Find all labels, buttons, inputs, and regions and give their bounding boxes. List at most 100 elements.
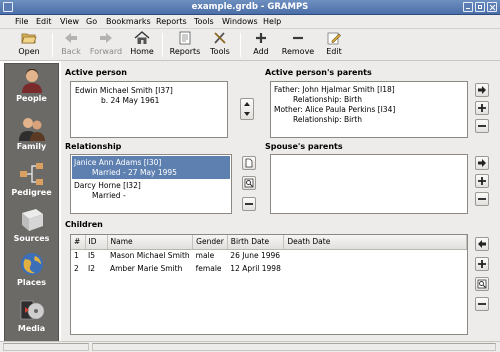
sidebar: People Family Pedigree Sources Places Me… [4,63,59,342]
child-death-date [284,249,467,262]
reports-button[interactable]: Reports [168,30,202,60]
table-row[interactable]: 1 I5 Mason Michael Smith male 26 June 19… [71,249,467,262]
forward-arrow-icon [100,33,112,43]
pedigree-tree-icon [19,163,43,185]
menu-reports[interactable]: Reports [156,17,187,26]
title-bar: example.grdb - GRAMPS [0,0,500,15]
close-icon[interactable] [487,2,497,12]
minus-icon [245,203,253,205]
tools-button[interactable]: Tools [207,30,233,60]
menu-file[interactable]: File [15,17,28,26]
child-id: I5 [88,251,95,261]
open-button[interactable]: Open [14,30,44,60]
spouse-marriage: Married - [92,191,126,200]
back-button[interactable]: Back [58,30,84,60]
sidebar-item-pedigree[interactable]: Pedigree [5,161,58,197]
child-add-button[interactable] [475,257,489,271]
spouse-parents-box[interactable] [270,154,468,214]
edit-pencil-icon [327,32,341,45]
minimize-icon[interactable] [463,2,473,12]
active-person-box[interactable]: Edwin Michael Smith [I37] b. 24 May 1961 [70,81,228,138]
window-title: example.grdb - GRAMPS [191,2,309,12]
spouse-name: Janice Ann Adams [I30] [74,158,162,167]
sidebar-label-pedigree: Pedigree [11,188,52,197]
menu-windows[interactable]: Windows [222,17,258,26]
select-existing-icon [477,279,487,289]
child-name: Amber Marie Smith [110,264,183,273]
sidebar-item-places[interactable]: Places [5,251,58,287]
sidebar-label-sources: Sources [13,234,50,243]
spouse-marriage: Married - 27 May 1995 [92,168,177,177]
child-id: I2 [88,264,95,273]
menu-help[interactable]: Help [263,17,281,26]
forward-button[interactable]: Forward [88,30,124,60]
column-header-id[interactable]: ID [85,235,108,250]
relationship-list: Janice Ann Adams [I30] Married - 27 May … [70,154,232,214]
plus-icon [256,33,266,43]
spouse-parents-remove-button[interactable] [475,192,489,206]
home-icon [134,31,150,44]
column-header-gender[interactable]: Gender [192,235,228,250]
child-number: 2 [74,264,79,273]
relationship-new-button[interactable] [242,156,256,170]
forward-label: Forward [89,47,123,56]
menu-go[interactable]: Go [86,17,97,26]
menu-bar: File Edit View Go Bookmarks Reports Tool… [0,15,500,29]
column-header-name[interactable]: Name [107,235,194,250]
swap-button[interactable] [240,98,254,120]
remove-label: Remove [281,47,315,56]
person-icon [21,69,42,93]
father-relationship: Relationship: Birth [293,95,362,104]
edit-button[interactable]: Edit [322,30,346,60]
sidebar-item-sources[interactable]: Sources [5,207,58,243]
column-header-number[interactable]: # [71,235,86,250]
table-row[interactable]: 2 I2 Amber Marie Smith female 12 April 1… [71,262,467,275]
tools-icon [214,32,226,44]
column-header-birth-date[interactable]: Birth Date [227,235,285,250]
toolbar-separator [162,33,163,57]
menu-edit[interactable]: Edit [36,17,52,26]
sidebar-item-family[interactable]: Family [5,115,58,151]
home-button[interactable]: Home [128,30,156,60]
relationship-label: Relationship [65,142,122,151]
relationship-item[interactable]: Darcy Horne [I32] Married - [72,180,230,203]
active-person-label: Active person [65,68,127,77]
parents-add-button[interactable] [475,101,489,115]
add-label: Add [253,47,269,56]
mother-name: Mother: Alice Paula Perkins [I34] [274,105,396,114]
parents-remove-button[interactable] [475,119,489,133]
child-remove-button[interactable] [475,297,489,311]
parents-navigate-button[interactable] [475,83,489,97]
remove-button[interactable]: Remove [280,30,316,60]
spouse-parents-add-button[interactable] [475,174,489,188]
spouse-parents-navigate-button[interactable] [475,156,489,170]
child-navigate-button[interactable] [475,237,489,251]
sidebar-label-family: Family [16,142,47,151]
maximize-icon[interactable] [475,2,485,12]
back-label: Back [61,47,81,56]
relationship-select-button[interactable] [242,176,256,190]
toolbar-separator [240,33,241,57]
sidebar-item-media[interactable]: Media [5,297,58,333]
parents-box[interactable]: Father: John Hjalmar Smith [I18] Relatio… [270,81,468,138]
sidebar-item-people[interactable]: People [5,67,58,103]
child-name: Mason Michael Smith [110,251,190,261]
select-existing-icon [244,178,254,188]
menu-view[interactable]: View [60,17,79,26]
relationship-item-selected[interactable]: Janice Ann Adams [I30] Married - 27 May … [72,156,230,179]
reports-label: Reports [169,47,201,56]
status-bar [0,341,500,352]
open-label: Open [18,47,40,56]
child-death-date [284,262,467,275]
sidebar-label-people: People [16,94,47,103]
child-select-button[interactable] [475,277,489,291]
status-message [92,343,496,351]
column-header-death-date[interactable]: Death Date [283,235,467,250]
menu-tools[interactable]: Tools [194,17,214,26]
menu-bookmarks[interactable]: Bookmarks [106,17,151,26]
folder-open-icon [21,33,37,44]
minus-icon [478,198,486,200]
add-button[interactable]: Add [248,30,274,60]
relationship-remove-button[interactable] [242,197,256,211]
children-header-row: # ID Name Gender Birth Date Death Date [71,235,467,250]
